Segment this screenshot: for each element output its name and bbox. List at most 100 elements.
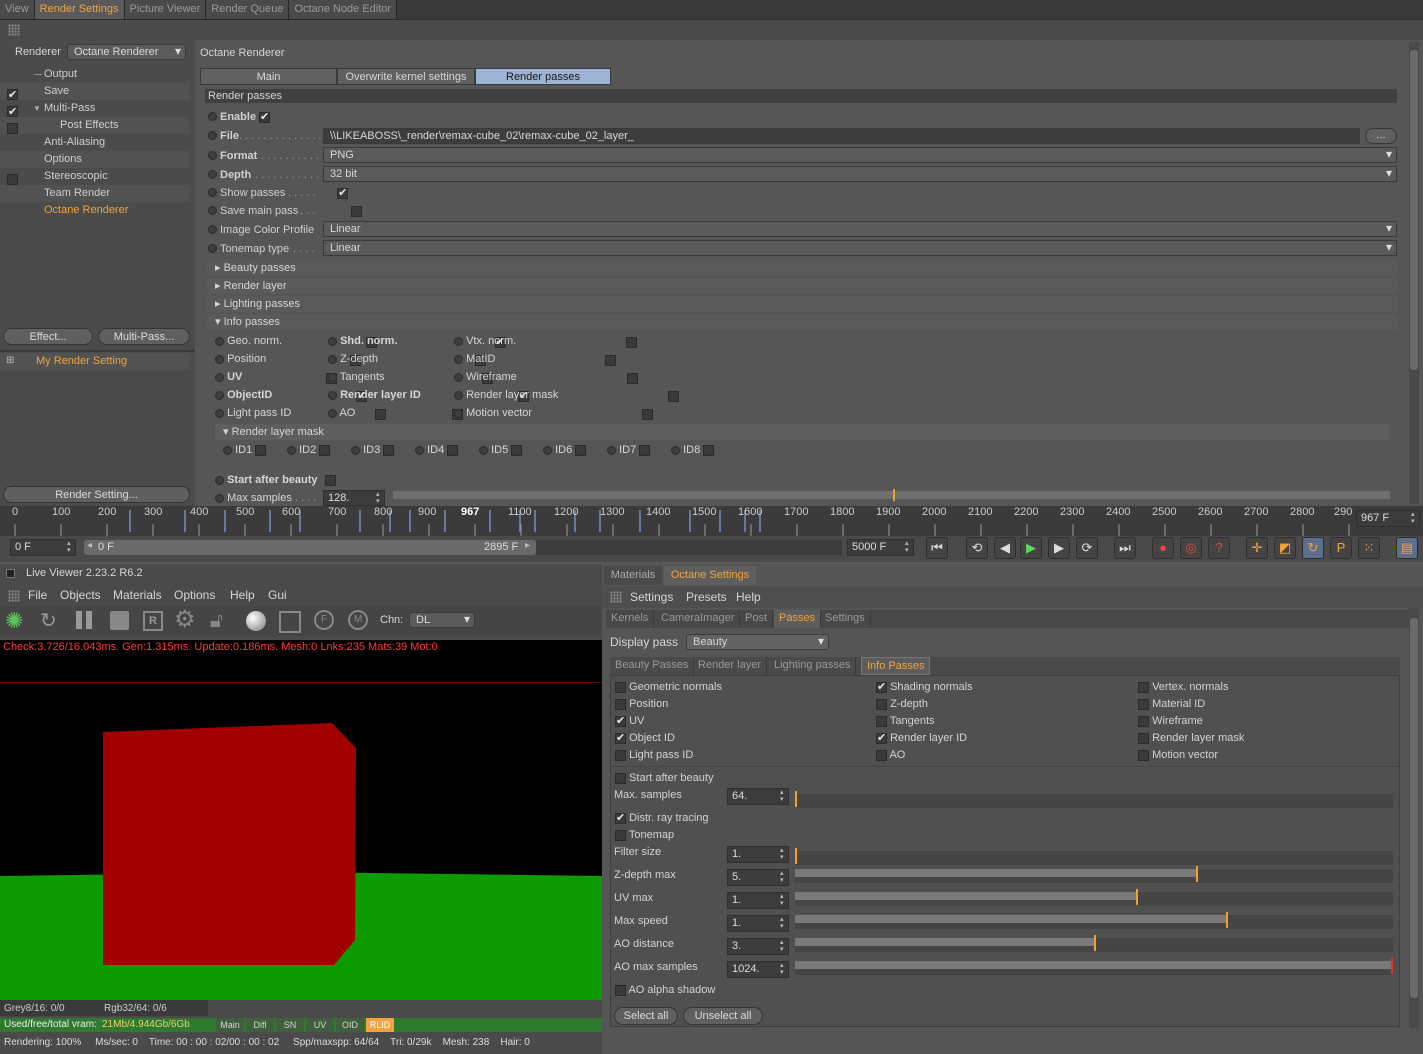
tab-render-settings[interactable]: Render Settings [34, 0, 125, 19]
end-frame-input[interactable]: 5000 F [847, 539, 914, 556]
subtab-lighting-passes[interactable]: Lighting passes [769, 657, 857, 675]
save-main-radio[interactable] [208, 206, 217, 215]
info-pass-wireframe[interactable]: Wireframe [454, 371, 638, 384]
menu-options[interactable]: Options [174, 587, 215, 604]
slider-handle[interactable] [1136, 889, 1138, 905]
renderer-select[interactable]: Octane Renderer [67, 44, 186, 60]
channel-select[interactable]: DL [409, 612, 475, 628]
info-pass-matid[interactable]: MatID [454, 353, 617, 366]
pass-position[interactable]: Position [615, 698, 668, 710]
info-pass-tangents[interactable]: Tangents [328, 371, 493, 384]
display-pass-select[interactable]: Beauty [686, 634, 829, 650]
file-radio[interactable] [208, 131, 217, 140]
settings-scrollbar[interactable] [1409, 608, 1419, 1028]
show-passes-checkbox[interactable] [337, 186, 349, 199]
info-pass-render-layer-id[interactable]: Render layer ID [328, 389, 529, 402]
settings-grip-icon[interactable] [610, 591, 622, 603]
tab-octane-node-editor[interactable]: Octane Node Editor [289, 0, 398, 19]
viewer-grip-icon[interactable] [8, 590, 20, 602]
tab-main[interactable]: Main [200, 68, 337, 85]
sidebar-item-stereoscopic[interactable]: Stereoscopic [0, 168, 190, 185]
pass-tab-uv[interactable]: UV [306, 1018, 334, 1032]
render-setting-item[interactable]: ⊞ My Render Setting [0, 353, 190, 370]
sidebar-item-anti-aliasing[interactable]: Anti-Aliasing [0, 134, 190, 151]
range-slider[interactable]: ◂ 0 F 2895 F ▸ [84, 540, 536, 555]
sidebar-item-post-effects[interactable]: Post Effects [0, 117, 190, 134]
pass-material-id[interactable]: Material ID [1138, 698, 1205, 710]
enable-radio[interactable] [208, 112, 217, 121]
help-icon[interactable]: ? [1208, 537, 1230, 559]
info-pass-light-pass-id[interactable]: Light pass ID [215, 407, 387, 420]
window-tab-materials[interactable]: Materials [604, 566, 662, 585]
menu-file[interactable]: File [28, 587, 47, 604]
tab-cameraimager[interactable]: CameraImager [656, 610, 741, 628]
ao-alpha-shadow-option[interactable]: AO alpha shadow [615, 984, 715, 996]
render-setting-button[interactable]: Render Setting... [3, 486, 190, 503]
info-pass-shd-norm[interactable]: Shd. norm. [328, 335, 506, 348]
tab-picture-viewer[interactable]: Picture Viewer [124, 0, 207, 19]
slider-handle[interactable] [1094, 935, 1096, 951]
tab-view[interactable]: View [0, 0, 35, 19]
post-effects-checkbox[interactable] [7, 122, 18, 134]
grid-icon[interactable]: ⁙ [1358, 537, 1380, 559]
rotate-icon[interactable]: ↻ [1302, 537, 1324, 559]
show-passes-radio[interactable] [208, 188, 217, 197]
group-lighting-passes[interactable]: ▸ Lighting passes [207, 296, 1397, 312]
id5[interactable]: ID5 [479, 444, 523, 456]
tab-overwrite-kernel[interactable]: Overwrite kernel settings [337, 68, 475, 85]
sidebar-item-multi-pass[interactable]: ▼Multi-Pass [0, 100, 190, 121]
group-beauty-passes[interactable]: ▸ Beauty passes [207, 260, 1397, 276]
pass-render-layer-id[interactable]: Render layer ID [876, 731, 967, 744]
region-icon[interactable]: R [143, 611, 163, 631]
stereoscopic-checkbox[interactable] [7, 173, 18, 185]
refresh-icon[interactable]: ↻ [40, 609, 57, 633]
material-pick-icon[interactable]: M [348, 610, 368, 630]
current-frame-input[interactable]: 967 F [1356, 510, 1420, 527]
format-radio[interactable] [208, 151, 217, 160]
info-pass-motion-vector[interactable]: Motion vector [454, 407, 654, 420]
pass-tab-oid[interactable]: OID [336, 1018, 364, 1032]
pass-object-id[interactable]: Object ID [615, 731, 675, 744]
info-pass-uv[interactable]: UV [215, 371, 338, 384]
menu-gui[interactable]: Gui [268, 587, 287, 604]
menu-help[interactable]: Help [230, 587, 255, 604]
group-info-passes[interactable]: ▾ Info passes [207, 314, 1397, 330]
slider-handle[interactable] [1226, 912, 1228, 928]
sidebar-item-save[interactable]: Save [0, 83, 190, 104]
ao-distance-field[interactable]: 3. [727, 938, 789, 955]
pass-shading-normals[interactable]: Shading normals [876, 680, 973, 693]
slider-handle[interactable] [1391, 958, 1393, 974]
tab-render-passes[interactable]: Render passes [475, 68, 611, 85]
depth-radio[interactable] [208, 170, 217, 179]
menu-settings[interactable]: Settings [630, 590, 673, 604]
group-render-layer-mask[interactable]: ▾ Render layer mask [215, 424, 1390, 440]
max-samples-field[interactable]: 64. [727, 788, 789, 805]
pass-motion-vector[interactable]: Motion vector [1138, 749, 1218, 761]
sidebar-item-options[interactable]: Options [0, 151, 190, 168]
id6[interactable]: ID6 [543, 444, 587, 456]
subtab-info-passes[interactable]: Info Passes [861, 657, 931, 675]
menu-presets[interactable]: Presets [686, 590, 727, 604]
expand-icon[interactable]: ▼ [33, 100, 41, 117]
group-render-layer[interactable]: ▸ Render layer [207, 278, 1397, 294]
settings-scrollbar-thumb[interactable] [1410, 618, 1418, 998]
pass-tab-sn[interactable]: SN [276, 1018, 304, 1032]
save-checkbox[interactable] [7, 87, 18, 104]
info-pass-position[interactable]: Position [215, 353, 362, 366]
octane-logo-icon[interactable]: ✺ [5, 609, 23, 633]
enable-checkbox[interactable] [259, 110, 270, 123]
id8[interactable]: ID8 [671, 444, 715, 456]
multipass-checkbox[interactable] [7, 104, 18, 121]
scale-icon[interactable]: ◩ [1274, 537, 1296, 559]
slider-handle[interactable] [795, 791, 797, 807]
subtab-beauty-passes[interactable]: Beauty Passes [610, 657, 695, 675]
info-pass-render-layer-mask[interactable]: Render layer mask [454, 389, 680, 402]
window-tab-octane-settings[interactable]: Octane Settings [664, 566, 756, 585]
next-key-icon[interactable]: ⟳ [1076, 537, 1098, 559]
subtab-render-layer[interactable]: Render layer [693, 657, 767, 675]
info-pass-geo-norm[interactable]: Geo. norm. [215, 335, 378, 348]
menu-objects[interactable]: Objects [60, 587, 101, 604]
move-icon[interactable]: ✛ [1246, 537, 1268, 559]
pause-icon[interactable] [76, 611, 82, 629]
menu-help-settings[interactable]: Help [736, 590, 761, 604]
